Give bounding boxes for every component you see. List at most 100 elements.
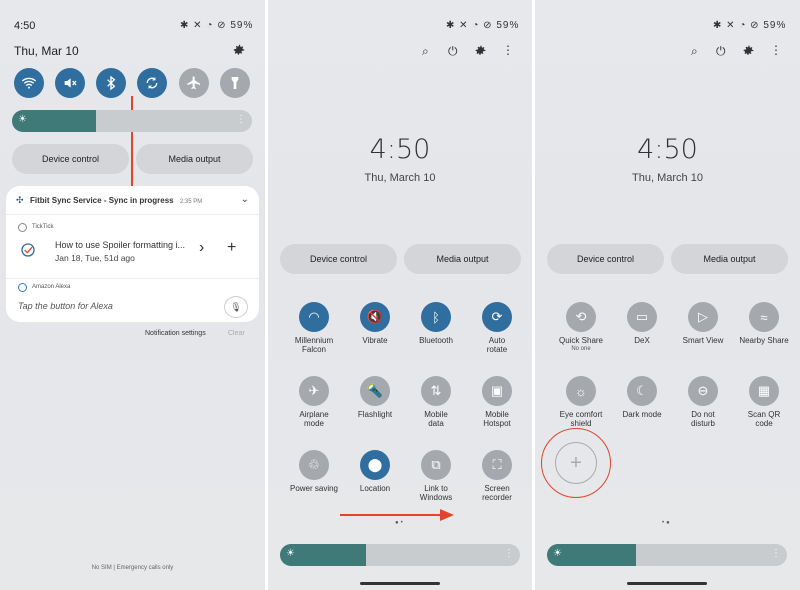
microphone-button[interactable]: 🎙 [224,296,248,318]
media-output-button[interactable]: Media output [136,144,253,174]
ticktick-app-name: TickTick [32,224,54,230]
gear-icon [743,45,754,55]
status-icons: ✱ ✕ ◔ ⊘ 59% [180,20,253,31]
more-vert-icon[interactable]: ⋮ [770,43,782,57]
settings-gear-button[interactable] [742,44,755,62]
dnd-icon: ⊖ [697,383,709,398]
settings-gear-button[interactable] [232,43,246,62]
quick-tile-button[interactable]: ▷ [688,302,718,332]
tile-label-line1: Smart View [682,336,724,345]
quick-tile-button[interactable]: ⬤ [360,450,390,480]
ticktick-icon [18,223,27,232]
quick-tile-button[interactable]: ⊖ [688,376,718,406]
quick-tile-button[interactable]: ⟳ [482,302,512,332]
quick-tile-button[interactable]: ▣ [482,376,512,406]
quick-tile-button[interactable]: ≈ [749,302,779,332]
notification-card: ✣ Fitbit Sync Service - Sync in progress… [6,186,259,322]
power-icon[interactable]: ⏻ [716,44,726,59]
quick-tile-button[interactable]: ᛒ [421,302,451,332]
home-indicator[interactable] [360,582,440,585]
quick-tile-button[interactable]: ⧉ [421,450,451,480]
device-control-button[interactable]: Device control [280,244,397,274]
quick-tile-label: Smart View [670,336,736,345]
mute-status-icon: ✕ [726,20,736,31]
chevron-down-icon[interactable]: ⌄ [241,194,249,205]
tile-label-line2: shield [570,419,592,428]
quick-tile-button[interactable]: ☾ [627,376,657,406]
vibrate-icon: 🔇 [366,309,384,324]
nearby-share-icon: ≈ [760,309,768,325]
clock: 4:50 [637,134,698,165]
bluetooth-status-icon: ✱ [446,20,456,31]
settings-gear-button[interactable] [474,44,487,62]
alexa-text[interactable]: Tap the button for Alexa [18,301,113,311]
device-control-button[interactable]: Device control [547,244,664,274]
quick-tile-button[interactable]: ☼ [566,376,596,406]
media-output-button[interactable]: Media output [671,244,788,274]
bluetooth-toggle[interactable] [96,68,126,98]
search-icon[interactable]: ⌕ [422,44,429,59]
quick-tile-button[interactable]: ⛶ [482,450,512,480]
quick-tile-button[interactable]: ▭ [627,302,657,332]
bluetooth-icon: ᛒ [432,309,440,325]
wifi-toggle[interactable] [14,68,44,98]
wifi-icon: ◠ [308,309,320,324]
ticktick-subtitle: Jan 18, Tue, 51d ago [55,253,135,263]
add-icon[interactable]: + [227,239,236,257]
quick-tile-button[interactable]: ⟲ [566,302,596,332]
quick-tile-button[interactable]: 🔇 [360,302,390,332]
more-vert-icon[interactable]: ⋮ [771,548,781,559]
status-time: 4:50 [14,20,36,32]
search-icon[interactable]: ⌕ [691,44,698,59]
clear-button[interactable]: Clear [228,330,245,337]
smart-view-icon: ▷ [698,309,708,324]
quick-tile-label: Millennium Falcon [281,336,347,354]
flashlight-icon: 🔦 [366,383,384,398]
ticktick-title[interactable]: How to use Spoiler formatting i... [55,240,185,250]
eye-comfort-icon: ☼ [575,383,587,399]
airplane-toggle[interactable] [179,68,209,98]
brightness-slider[interactable]: ☀ ⋮ [12,110,252,132]
tile-label-line1: Vibrate [362,336,388,345]
airplane-icon: ✈ [308,383,320,398]
chevron-right-icon[interactable]: › [199,239,204,257]
more-vert-icon[interactable]: ⋮ [502,43,514,57]
quick-share-icon: ⟲ [575,309,587,324]
alexa-icon [18,283,27,292]
divider [6,278,259,279]
quick-tile-button[interactable]: ▦ [749,376,779,406]
date-label: Thu, March 10 [632,172,703,184]
quick-tile-label: Power saving [281,484,347,493]
device-control-button[interactable]: Device control [12,144,129,174]
panel-divider [532,0,535,590]
status-icons: ✱ ✕ ◔ ⊘ 59% [713,20,786,31]
fitbit-notification-title[interactable]: Fitbit Sync Service - Sync in progress 2… [30,196,202,205]
home-indicator[interactable] [627,582,707,585]
flashlight-toggle[interactable] [220,68,250,98]
vibrate-toggle[interactable] [55,68,85,98]
quick-tile-button[interactable]: 🔦 [360,376,390,406]
tile-sublabel: No one [571,346,591,352]
gear-icon [233,44,245,55]
quick-tile-button[interactable]: ✈ [299,376,329,406]
tile-label-line2: Hotspot [483,419,511,428]
quick-tile-label: Link to Windows [403,484,469,502]
notification-settings-link[interactable]: Notification settings [145,330,206,337]
rotate-icon: ⟳ [491,309,503,324]
quick-tile-label: Mobile data [403,410,469,428]
quick-tile-button[interactable]: ♲ [299,450,329,480]
more-vert-icon[interactable]: ⋮ [236,114,246,125]
dark-mode-icon: ☾ [636,383,648,398]
auto-rotate-toggle[interactable] [137,68,167,98]
quick-tile-button[interactable]: ◠ [299,302,329,332]
more-vert-icon[interactable]: ⋮ [504,548,514,559]
quick-tile-button[interactable]: ⇅ [421,376,451,406]
add-tile-button[interactable]: + [555,442,597,484]
brightness-slider[interactable]: ☀ ⋮ [280,544,520,566]
tile-label-line1: Nearby Share [739,336,789,345]
quick-tile-label: Flashlight [342,410,408,419]
media-output-button[interactable]: Media output [404,244,521,274]
power-icon[interactable]: ⏻ [448,44,458,59]
page-indicator: ●• [395,520,405,526]
brightness-slider[interactable]: ☀ ⋮ [547,544,787,566]
